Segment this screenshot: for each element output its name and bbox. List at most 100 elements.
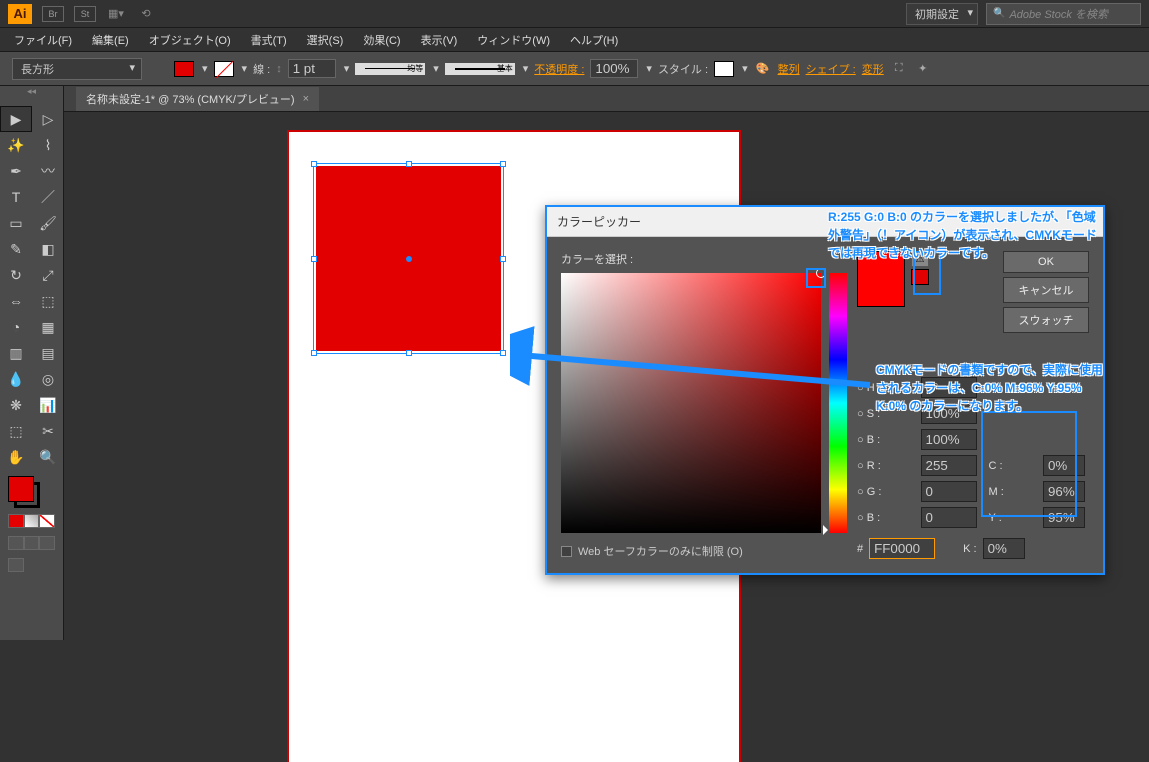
- zoom-tool[interactable]: 🔍: [32, 444, 64, 470]
- width-profile-dd[interactable]: 均等: [355, 63, 425, 75]
- g-label[interactable]: G :: [857, 486, 913, 498]
- handle-ml[interactable]: [311, 256, 317, 262]
- g-input[interactable]: [921, 481, 977, 502]
- c-input[interactable]: [1043, 455, 1085, 476]
- old-color-swatch[interactable]: [858, 279, 904, 306]
- brush-def-dd2[interactable]: [521, 62, 529, 75]
- stroke-swatch[interactable]: [214, 61, 234, 77]
- fill-swatch-dd[interactable]: [200, 62, 208, 75]
- menu-view[interactable]: 表示(V): [411, 28, 468, 52]
- tool-name-dropdown[interactable]: 長方形: [12, 58, 142, 80]
- tab-close-icon[interactable]: ×: [303, 93, 309, 105]
- rectangle-tool[interactable]: ▭: [0, 210, 32, 236]
- draw-normal-icon[interactable]: [8, 536, 24, 550]
- selection-tool[interactable]: ▶: [0, 106, 32, 132]
- stock-search-input[interactable]: Adobe Stock を検索: [986, 3, 1141, 25]
- direct-selection-tool[interactable]: ▷: [32, 106, 64, 132]
- blend-tool[interactable]: ◎: [32, 366, 64, 392]
- brush-def-dd[interactable]: 基本: [445, 63, 515, 75]
- h-input[interactable]: [921, 377, 977, 398]
- screen-mode-icon[interactable]: [8, 558, 24, 572]
- fill-swatch[interactable]: [174, 61, 194, 77]
- isolate-icon[interactable]: ⛶: [890, 60, 908, 78]
- handle-bl[interactable]: [311, 350, 317, 356]
- document-tab[interactable]: 名称未設定-1* @ 73% (CMYK/プレビュー) ×: [76, 87, 319, 111]
- fill-stroke-swatches[interactable]: [0, 470, 63, 578]
- transform-link[interactable]: 変形: [862, 61, 884, 77]
- none-mode-icon[interactable]: [39, 514, 55, 528]
- stroke-weight-dd[interactable]: [342, 62, 350, 75]
- menu-help[interactable]: ヘルプ(H): [560, 28, 628, 52]
- gradient-tool[interactable]: ▤: [32, 340, 64, 366]
- pen-tool[interactable]: ✒: [0, 158, 32, 184]
- paintbrush-tool[interactable]: 🖌: [32, 210, 64, 236]
- handle-bm[interactable]: [406, 350, 412, 356]
- rotate-tool[interactable]: ↻: [0, 262, 32, 288]
- hue-slider[interactable]: [829, 273, 847, 533]
- shape-builder-tool[interactable]: ◔: [0, 314, 32, 340]
- type-tool[interactable]: T: [0, 184, 32, 210]
- shaper-tool[interactable]: ✎: [0, 236, 32, 262]
- menu-select[interactable]: 選択(S): [297, 28, 354, 52]
- opacity-label[interactable]: 不透明度 :: [534, 61, 584, 77]
- opacity-input[interactable]: [590, 59, 638, 78]
- eyedropper-tool[interactable]: 💧: [0, 366, 32, 392]
- web-safe-checkbox[interactable]: Web セーフカラーのみに制限 (O): [561, 543, 847, 559]
- gradient-mode-icon[interactable]: [24, 514, 40, 528]
- hue-slider-thumb[interactable]: [823, 525, 833, 535]
- lasso-tool[interactable]: ⌇: [32, 132, 64, 158]
- color-field[interactable]: [561, 273, 821, 533]
- r-label[interactable]: R :: [857, 460, 913, 472]
- bridge-icon[interactable]: Br: [42, 6, 64, 22]
- curvature-tool[interactable]: 〰: [32, 158, 64, 184]
- menu-object[interactable]: オブジェクト(O): [139, 28, 241, 52]
- swatch-button[interactable]: スウォッチ: [1003, 307, 1089, 333]
- symbol-sprayer-tool[interactable]: ❋: [0, 392, 32, 418]
- hand-tool[interactable]: ✋: [0, 444, 32, 470]
- handle-mr[interactable]: [500, 256, 506, 262]
- handle-center[interactable]: [406, 256, 412, 262]
- shape-link[interactable]: シェイプ :: [806, 61, 856, 77]
- ok-button[interactable]: OK: [1003, 251, 1089, 273]
- hex-input[interactable]: [869, 538, 935, 559]
- align-link[interactable]: 整列: [778, 61, 800, 77]
- line-tool[interactable]: ／: [32, 184, 64, 210]
- tools-handle[interactable]: ◂◂: [0, 84, 63, 98]
- edit-icon[interactable]: ✦: [914, 60, 932, 78]
- perspective-tool[interactable]: ▦: [32, 314, 64, 340]
- selected-shape[interactable]: [316, 166, 501, 351]
- artboard-tool[interactable]: ⬚: [0, 418, 32, 444]
- scale-tool[interactable]: ⤢: [32, 262, 64, 288]
- m-input[interactable]: [1043, 481, 1085, 502]
- draw-inside-icon[interactable]: [39, 536, 55, 550]
- menu-type[interactable]: 書式(T): [241, 28, 297, 52]
- color-mode-icon[interactable]: [8, 514, 24, 528]
- graph-tool[interactable]: 📊: [32, 392, 64, 418]
- gamut-warning-swatch[interactable]: [911, 269, 929, 285]
- checkbox-icon[interactable]: [561, 546, 572, 557]
- new-old-swatch[interactable]: [857, 251, 905, 307]
- free-transform-tool[interactable]: ⬚: [32, 288, 64, 314]
- draw-behind-icon[interactable]: [24, 536, 40, 550]
- eraser-tool[interactable]: ◧: [32, 236, 64, 262]
- style-swatch[interactable]: [714, 61, 734, 77]
- menu-file[interactable]: ファイル(F): [4, 28, 82, 52]
- magic-wand-tool[interactable]: ✨: [0, 132, 32, 158]
- s-input[interactable]: [921, 403, 977, 424]
- style-dd[interactable]: [740, 62, 748, 75]
- handle-tl[interactable]: [311, 161, 317, 167]
- s-label[interactable]: S :: [857, 408, 913, 420]
- gpu-icon[interactable]: ⟲: [136, 6, 156, 22]
- workspace-dropdown[interactable]: 初期設定: [906, 3, 978, 25]
- width-profile-dd2[interactable]: [431, 62, 439, 75]
- cancel-button[interactable]: キャンセル: [1003, 277, 1089, 303]
- stroke-swatch-dd[interactable]: [240, 62, 248, 75]
- b-label[interactable]: B :: [857, 512, 913, 524]
- width-tool[interactable]: ⇔: [0, 288, 32, 314]
- handle-br[interactable]: [500, 350, 506, 356]
- handle-tr[interactable]: [500, 161, 506, 167]
- menu-window[interactable]: ウィンドウ(W): [467, 28, 560, 52]
- handle-tm[interactable]: [406, 161, 412, 167]
- y-input[interactable]: [1043, 507, 1085, 528]
- arrange-docs-icon[interactable]: ▦▾: [106, 6, 126, 22]
